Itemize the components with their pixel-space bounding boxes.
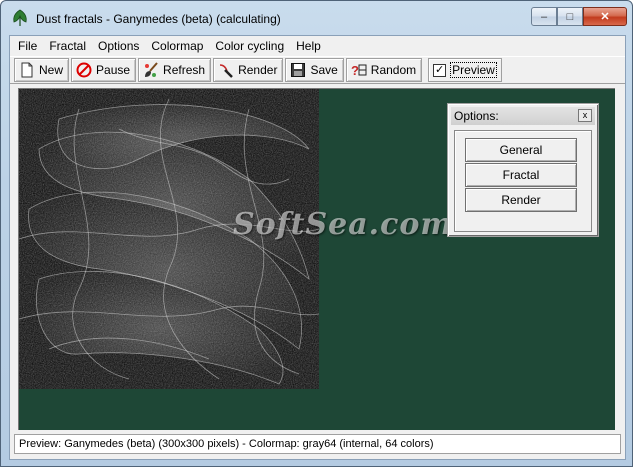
general-button[interactable]: General xyxy=(465,138,577,162)
preview-checkbox[interactable]: ✓ xyxy=(433,63,447,77)
maximize-icon: □ xyxy=(566,10,574,23)
svg-text:?: ? xyxy=(351,63,359,78)
close-icon: x xyxy=(582,110,588,120)
leaf-icon[interactable] xyxy=(11,9,29,27)
preview-label: Preview xyxy=(450,62,497,78)
render-button[interactable]: Render xyxy=(213,58,284,82)
options-button-group: General Fractal Render xyxy=(454,130,592,232)
brush-icon xyxy=(145,62,158,77)
refresh-label: Refresh xyxy=(163,63,206,77)
save-button[interactable]: Save xyxy=(285,58,344,82)
options-close-button[interactable]: x xyxy=(578,109,592,122)
render-label: Render xyxy=(238,63,278,77)
pause-label: Pause xyxy=(96,63,131,77)
options-title: Options: xyxy=(454,109,499,123)
menu-bar: File Fractal Options Colormap Color cycl… xyxy=(10,36,625,56)
random-button[interactable]: ? Random xyxy=(345,58,423,82)
menu-colormap[interactable]: Colormap xyxy=(145,36,209,56)
question-dice-icon: ? xyxy=(351,63,367,78)
minimize-button[interactable]: – xyxy=(531,7,557,26)
stop-sign-icon xyxy=(76,62,92,78)
title-bar[interactable]: Dust fractals - Ganymedes (beta) (calcul… xyxy=(1,1,632,35)
menu-help[interactable]: Help xyxy=(290,36,327,56)
client-area: File Fractal Options Colormap Color cycl… xyxy=(9,35,626,460)
menu-color-cycling[interactable]: Color cycling xyxy=(209,36,290,56)
render-options-button[interactable]: Render xyxy=(465,188,577,212)
toolbar: New Pause Refresh Render Save ? Random ✓… xyxy=(10,56,625,84)
disk-icon xyxy=(291,63,306,77)
watermark: SoftSea.com xyxy=(233,207,454,242)
wand-icon xyxy=(220,64,233,78)
status-bar: Preview: Ganymedes (beta) (300x300 pixel… xyxy=(14,434,621,454)
menu-file[interactable]: File xyxy=(12,36,43,56)
preview-toggle[interactable]: ✓ Preview xyxy=(428,58,502,82)
window-title: Dust fractals - Ganymedes (beta) (calcul… xyxy=(36,12,281,26)
refresh-button[interactable]: Refresh xyxy=(138,58,212,82)
caption-buttons: – □ ✕ xyxy=(531,7,627,27)
pause-button[interactable]: Pause xyxy=(71,58,137,82)
menu-fractal[interactable]: Fractal xyxy=(43,36,92,56)
options-titlebar[interactable]: Options: x xyxy=(451,107,595,125)
minimize-icon: – xyxy=(540,10,548,23)
new-button[interactable]: New xyxy=(14,58,70,82)
close-button[interactable]: ✕ xyxy=(583,7,627,26)
fractal-options-button[interactable]: Fractal xyxy=(465,163,577,187)
close-icon: ✕ xyxy=(600,11,610,23)
render-canvas[interactable]: SoftSea.com Options: x General Fractal R… xyxy=(18,88,615,430)
menu-options[interactable]: Options xyxy=(92,36,145,56)
maximize-button[interactable]: □ xyxy=(557,7,583,26)
random-label: Random xyxy=(370,63,417,77)
options-panel: Options: x General Fractal Render xyxy=(447,103,599,237)
app-window: Dust fractals - Ganymedes (beta) (calcul… xyxy=(0,0,633,467)
checkmark-icon: ✓ xyxy=(435,63,445,76)
save-label: Save xyxy=(310,63,338,77)
new-label: New xyxy=(39,63,64,77)
new-document-icon xyxy=(21,62,33,78)
